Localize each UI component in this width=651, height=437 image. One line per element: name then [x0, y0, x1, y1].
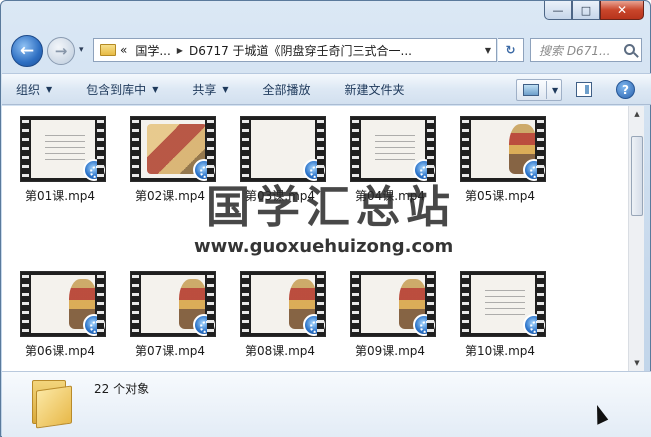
file-item[interactable]: 第08课.mp4 [228, 265, 332, 358]
new-folder-button[interactable]: 新建文件夹 [345, 81, 405, 98]
chevron-down-icon: ▼ [222, 84, 229, 94]
search-input[interactable]: 搜索 D671... [539, 42, 621, 59]
view-thumbnails-icon [523, 84, 539, 96]
new-folder-label: 新建文件夹 [344, 82, 405, 97]
change-view-button[interactable]: ▼ [516, 79, 562, 101]
command-bar: 组织 ▼ 包含到库中 ▼ 共享 ▼ 全部播放 新建文件夹 ▼ ? [2, 73, 651, 105]
caption-buttons: — □ ✕ [544, 1, 644, 20]
share-label: 共享 [192, 82, 217, 97]
maximize-button[interactable]: □ [572, 1, 600, 20]
vertical-scrollbar[interactable]: ▲ ▼ [628, 106, 644, 371]
file-name: 第07课.mp4 [134, 344, 206, 358]
breadcrumb-separator-icon[interactable]: ▶ [177, 46, 183, 55]
back-button[interactable]: ← [11, 35, 43, 67]
video-thumbnail [130, 116, 216, 182]
video-thumbnail [240, 271, 326, 337]
refresh-icon: ↻ [505, 43, 516, 57]
file-item[interactable]: 第09课.mp4 [338, 265, 442, 358]
minimize-button[interactable]: — [544, 1, 572, 20]
maximize-icon: □ [580, 3, 592, 17]
file-name: 第09课.mp4 [354, 344, 426, 358]
scroll-down-icon[interactable]: ▼ [629, 355, 645, 371]
file-name: 第05课.mp4 [464, 189, 536, 203]
back-arrow-icon: ← [19, 41, 35, 61]
media-player-icon [303, 314, 325, 336]
file-name: 第10课.mp4 [464, 344, 536, 358]
share-menu[interactable]: 共享 ▼ [192, 81, 228, 98]
chevron-down-icon: ▼ [46, 84, 53, 94]
address-dropdown-icon[interactable]: ▼ [485, 46, 491, 55]
watermark-title: 国学汇总站 [206, 182, 456, 233]
media-player-icon [83, 314, 105, 336]
media-player-icon [523, 159, 545, 181]
file-name: 第01课.mp4 [24, 189, 96, 203]
include-in-library-label: 包含到库中 [86, 82, 147, 97]
media-player-icon [413, 314, 435, 336]
forward-arrow-icon: → [54, 42, 68, 60]
file-item[interactable]: 第05课.mp4 [448, 110, 552, 203]
scroll-thumb[interactable] [631, 136, 643, 216]
play-all-button[interactable]: 全部播放 [263, 81, 311, 98]
details-pane: 22 个对象 [2, 371, 651, 437]
preview-pane-button[interactable] [576, 82, 592, 97]
folder-icon [100, 44, 116, 56]
folder-icon [30, 380, 74, 429]
file-item[interactable]: 第07课.mp4 [118, 265, 222, 358]
breadcrumb-item[interactable]: 国学... [135, 42, 170, 59]
help-icon: ? [622, 82, 629, 97]
search-icon[interactable] [624, 44, 635, 55]
file-name: 第08课.mp4 [244, 344, 316, 358]
breadcrumb-overflow[interactable]: « [120, 43, 127, 57]
watermark-url: www.guoxuehuizong.com [194, 236, 454, 257]
address-bar[interactable]: « 国学... ▶ D6717 于城道《阴盘穿壬奇门三式合一... ▼ [93, 38, 497, 62]
play-all-label: 全部播放 [262, 82, 311, 97]
split-divider [546, 81, 547, 99]
close-button[interactable]: ✕ [600, 1, 644, 20]
organize-label: 组织 [16, 82, 41, 97]
scroll-up-icon[interactable]: ▲ [629, 106, 645, 122]
forward-button[interactable]: → [47, 37, 75, 65]
media-player-icon [193, 314, 215, 336]
item-count: 22 个对象 [94, 382, 150, 396]
view-options-chevron-icon[interactable]: ▼ [552, 86, 558, 95]
video-thumbnail [20, 116, 106, 182]
close-icon: ✕ [616, 3, 628, 17]
chevron-down-icon: ▼ [152, 84, 159, 94]
file-item[interactable]: 第10课.mp4 [448, 265, 552, 358]
explorer-window: — □ ✕ ← → ▾ « 国学... ▶ D6717 于城道《阴盘穿壬奇门三式… [0, 0, 651, 437]
organize-menu[interactable]: 组织 ▼ [16, 81, 52, 98]
video-thumbnail [460, 116, 546, 182]
recent-pages-dropdown[interactable]: ▾ [79, 45, 84, 55]
help-button[interactable]: ? [616, 80, 635, 99]
video-thumbnail [130, 271, 216, 337]
include-in-library-menu[interactable]: 包含到库中 ▼ [86, 81, 158, 98]
video-thumbnail [20, 271, 106, 337]
minimize-icon: — [552, 3, 564, 17]
file-name: 第06课.mp4 [24, 344, 96, 358]
file-item[interactable]: 第01课.mp4 [8, 110, 112, 203]
media-player-icon [83, 159, 105, 181]
video-thumbnail [460, 271, 546, 337]
search-box[interactable]: 搜索 D671... [530, 38, 642, 62]
video-thumbnail [350, 271, 436, 337]
file-item[interactable]: 第06课.mp4 [8, 265, 112, 358]
refresh-button[interactable]: ↻ [498, 38, 524, 62]
breadcrumb-item-current[interactable]: D6717 于城道《阴盘穿壬奇门三式合一... [189, 42, 412, 59]
media-player-icon [523, 314, 545, 336]
